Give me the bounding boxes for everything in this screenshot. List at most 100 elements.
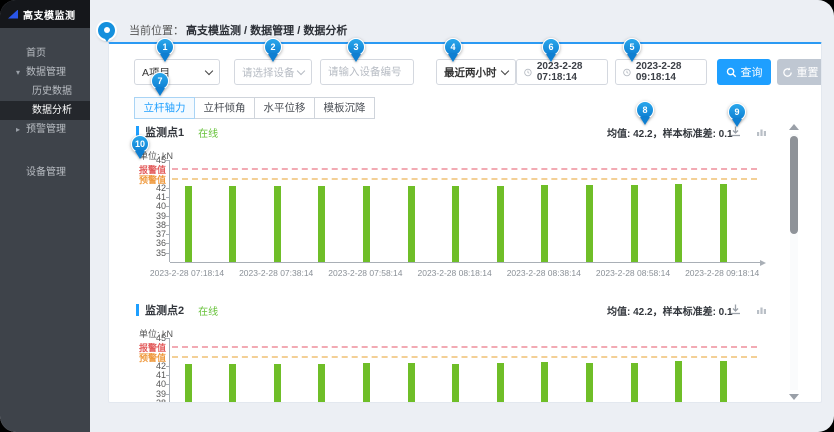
end-time-value: 2023-2-28 09:18:14 (636, 61, 699, 83)
mean-std-stats: 均值: 42.2，样本标准差: 0.1 (607, 303, 733, 318)
sidebar-item-label: 数据分析 (32, 105, 72, 116)
tab-1[interactable]: 立杆倾角 (194, 97, 255, 119)
bar (631, 185, 638, 262)
y-tick-mark (166, 375, 170, 376)
section-accent-bar (136, 126, 139, 138)
clock-icon (623, 67, 631, 78)
chart-header: 监测点2 在线 (136, 302, 218, 318)
breadcrumb-path: 高支模监测 / 数据管理 / 数据分析 (186, 22, 347, 38)
scroll-down-arrow-icon[interactable] (789, 394, 799, 400)
bar (274, 364, 281, 404)
warning-threshold-label: 预警值 (133, 351, 166, 364)
bar (452, 364, 459, 404)
measurement-tabs: 立杆轴力立杆倾角水平位移模板沉降 (134, 97, 375, 119)
sidebar-item-home[interactable]: 首页 (0, 44, 90, 63)
x-tick-label: 2023-2-28 09:18:14 (667, 268, 777, 278)
bar (229, 186, 236, 262)
chart-title: 监测点2 (145, 302, 184, 318)
y-tick-mark (166, 253, 170, 254)
search-button[interactable]: 查询 (717, 59, 771, 85)
location-pin-icon (98, 22, 115, 39)
y-tick-mark (166, 160, 170, 161)
time-range-value: 最近两小时 (444, 65, 497, 80)
alarm-threshold-line (172, 346, 757, 348)
y-tick-mark (166, 188, 170, 189)
bar (408, 363, 415, 403)
logo-bar: 高支模监测 (0, 0, 90, 28)
refresh-icon (782, 67, 793, 78)
alarm-threshold-line (172, 168, 757, 170)
bar (452, 186, 459, 262)
sidebar-item-data-management[interactable]: ▾数据管理 (0, 63, 90, 82)
start-time-picker[interactable]: 2023-2-28 07:18:14 (516, 59, 608, 85)
tab-0[interactable]: 立杆轴力 (134, 97, 195, 119)
y-tick-label: 35 (136, 248, 166, 258)
y-tick-mark (166, 206, 170, 207)
bar (497, 186, 504, 262)
scroll-up-arrow-icon[interactable] (789, 124, 799, 130)
warning-threshold-line (172, 178, 757, 180)
bar-chart-icon[interactable] (755, 303, 768, 316)
app-window: 高支模监测 首页▾数据管理历史数据数据分析▸预警管理设备管理 当前位置： 高支模… (0, 0, 834, 432)
bar (363, 186, 370, 263)
bar-chart-icon[interactable] (755, 125, 768, 138)
breadcrumb: 当前位置： 高支模监测 / 数据管理 / 数据分析 (98, 17, 347, 43)
device-no-input[interactable] (320, 59, 414, 85)
bar (675, 361, 682, 403)
bar (185, 364, 192, 403)
chart-header: 监测点1在线 (136, 124, 218, 140)
chart-plot-area: 454241403938373635报警值预警值 (169, 160, 747, 262)
bar (586, 185, 593, 262)
download-icon[interactable] (729, 303, 742, 316)
chart-plot-area: 454241403938373635报警值预警值 (169, 338, 747, 403)
tab-2[interactable]: 水平位移 (254, 97, 315, 119)
tab-3[interactable]: 模板沉降 (314, 97, 375, 119)
bar (586, 363, 593, 403)
bar (229, 364, 236, 403)
download-icon[interactable] (729, 125, 742, 138)
warning-threshold-line (172, 356, 757, 358)
app-title: 高支模监测 (23, 7, 76, 22)
y-tick-mark (166, 225, 170, 226)
chevron-down-icon (501, 66, 509, 74)
bar (541, 362, 548, 403)
search-button-label: 查询 (741, 64, 763, 80)
bar (631, 363, 638, 403)
y-tick-mark (166, 338, 170, 339)
sidebar-item-label: 首页 (26, 48, 46, 59)
x-axis-arrow-icon (760, 260, 769, 266)
y-tick-label: 38 (136, 398, 166, 403)
status-badge: 在线 (198, 303, 218, 318)
bar (274, 186, 281, 263)
sidebar-item-history-data[interactable]: 历史数据 (0, 82, 90, 101)
bar (541, 185, 548, 262)
caret-icon: ▾ (16, 63, 26, 82)
bar (318, 364, 325, 403)
bar (318, 186, 325, 263)
device-select-placeholder: 请选择设备 (242, 65, 295, 80)
section-accent-bar (136, 304, 139, 316)
sidebar-item-label: 数据管理 (26, 67, 66, 78)
end-time-picker[interactable]: 2023-2-28 09:18:14 (615, 59, 707, 85)
device-select[interactable]: 请选择设备 (234, 59, 312, 85)
search-icon (726, 67, 737, 78)
clock-icon (524, 67, 532, 78)
mean-std-stats: 均值: 42.2，样本标准差: 0.1 (607, 125, 733, 140)
status-badge: 在线 (198, 125, 218, 140)
scrollbar-thumb[interactable] (790, 136, 798, 234)
reset-button[interactable]: 重置 (777, 59, 822, 85)
project-select[interactable]: A项目 (134, 59, 220, 85)
sidebar-item-warning-management[interactable]: ▸预警管理 (0, 120, 90, 139)
time-range-select[interactable]: 最近两小时 (436, 59, 516, 85)
bar (408, 186, 415, 262)
bar (363, 363, 370, 403)
sidebar-item-device-management[interactable]: 设备管理 (0, 163, 90, 182)
sidebar-item-data-analysis[interactable]: 数据分析 (0, 101, 90, 120)
y-tick-mark (166, 384, 170, 385)
y-tick-mark (166, 243, 170, 244)
scrollbar[interactable] (788, 124, 800, 400)
caret-icon: ▸ (16, 120, 26, 139)
y-tick-mark (166, 216, 170, 217)
sidebar-item-label: 设备管理 (26, 167, 66, 178)
sidebar: 高支模监测 首页▾数据管理历史数据数据分析▸预警管理设备管理 (0, 0, 90, 432)
